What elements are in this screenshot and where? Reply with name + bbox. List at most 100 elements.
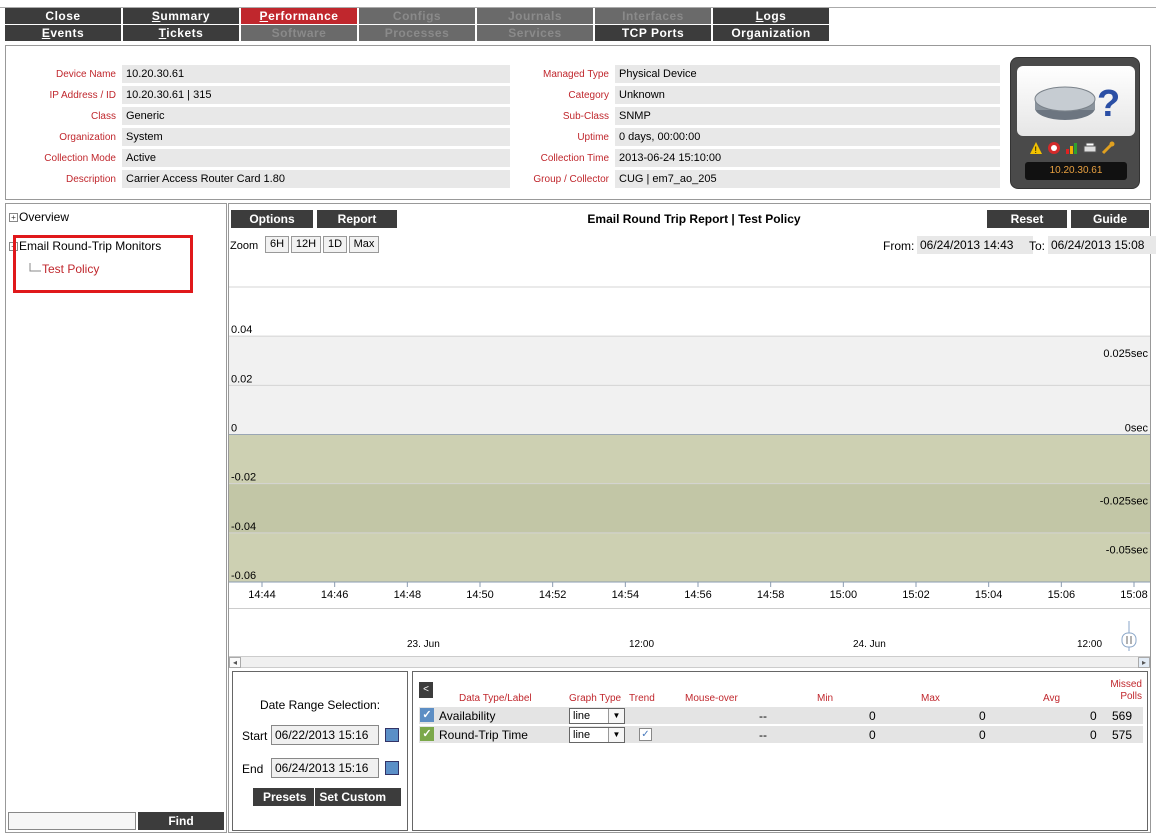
calendar-icon[interactable] — [385, 728, 399, 742]
device-info-left: Device Name 10.20.30.61 IP Address / ID 10… — [9, 64, 510, 190]
tab-close[interactable]: Close — [5, 8, 121, 24]
tab-row-2: Events Tickets Software Processes Servic… — [5, 25, 831, 41]
tab-tcp-ports[interactable]: TCP Ports — [595, 25, 711, 41]
mouseover-value: -- — [759, 728, 767, 742]
calendar-icon[interactable] — [385, 761, 399, 775]
presets-button[interactable]: Presets — [253, 788, 316, 806]
x-tick-label: 14:44 — [248, 589, 276, 601]
row-label: Availability — [439, 709, 496, 723]
info-label: Collection Mode — [44, 153, 116, 164]
zoom-1d-button[interactable]: 1D — [323, 236, 347, 253]
scroll-right-icon[interactable]: ▸ — [1138, 657, 1150, 668]
printer-icon[interactable] — [1083, 141, 1097, 155]
tab-processes: Processes — [359, 25, 475, 41]
warning-icon[interactable]: ! — [1029, 141, 1043, 155]
report-button[interactable]: Report — [317, 210, 397, 228]
x-tick-label: 15:00 — [830, 589, 858, 601]
checkbox-checked-icon[interactable]: ✓ — [420, 708, 434, 722]
tab-logs[interactable]: Logs — [713, 8, 829, 24]
x-tick-label: 15:04 — [975, 589, 1003, 601]
graph-title: Email Round Trip Report | Test Policy — [587, 212, 801, 226]
tab-organization[interactable]: Organization — [713, 25, 829, 41]
zoom-row: Zoom 6H 12H 1D Max From: 06/24/2013 14:4… — [229, 233, 1156, 255]
info-row: Description Carrier Access Router Card 1.… — [9, 169, 510, 190]
info-row: Class Generic — [9, 106, 510, 127]
set-custom-button[interactable]: Set Custom — [315, 788, 386, 806]
find-button[interactable]: Find — [138, 812, 224, 830]
column-header: Avg — [1043, 693, 1061, 704]
tab-services: Services — [477, 25, 593, 41]
scroll-left-icon[interactable]: ◂ — [229, 657, 241, 668]
avg-value: 0 — [1090, 709, 1097, 723]
zoom-12h-button[interactable]: 12H — [291, 236, 321, 253]
find-input[interactable] — [8, 812, 136, 830]
x-tick-label: 15:02 — [902, 589, 930, 601]
horizontal-scrollbar[interactable]: ◂ ▸ — [229, 656, 1150, 668]
info-value: 10.20.30.61 — [122, 65, 510, 84]
info-value: SNMP — [615, 107, 1000, 126]
trend-checkbox[interactable]: ✓ — [639, 728, 652, 741]
device-info-right: Managed Type Physical Device Category Unkn… — [511, 64, 1000, 190]
min-value: 0 — [869, 728, 876, 742]
end-label: End — [242, 762, 264, 776]
graph-type-select[interactable]: line ▼ — [569, 708, 625, 724]
device-tools: ! — [1029, 140, 1129, 156]
table-row[interactable]: ✓ Round-Trip Time line ▼ ✓ -- 0 0 0 575 — [419, 726, 1143, 744]
info-row: Group / Collector CUG | em7_ao_205 — [511, 169, 1000, 190]
to-date-field[interactable]: 06/24/2013 15:08 — [1048, 236, 1156, 254]
highlight-box — [13, 235, 193, 293]
tree-item-overview[interactable]: + Overview — [9, 210, 69, 224]
navigator-label: 12:00 — [1077, 639, 1103, 650]
tab-performance[interactable]: Performance — [241, 8, 357, 24]
info-value: 0 days, 00:00:00 — [615, 128, 1000, 147]
tab-configs: Configs — [359, 8, 475, 24]
tab-interfaces: Interfaces — [595, 8, 711, 24]
row-label: Round-Trip Time — [439, 728, 528, 742]
tab-events[interactable]: Events — [5, 25, 121, 41]
x-tick-label: 14:58 — [757, 589, 785, 601]
start-label: Start — [242, 729, 268, 743]
device-ip-label: 10.20.30.61 — [1025, 162, 1127, 180]
navigator-label: 24. Jun — [853, 639, 886, 650]
graph-type-select[interactable]: line ▼ — [569, 727, 625, 743]
info-label: Organization — [59, 132, 116, 143]
max-value: 0 — [979, 709, 986, 723]
tab-summary[interactable]: Summary — [123, 8, 239, 24]
info-value: Unknown — [615, 86, 1000, 105]
options-button[interactable]: Options — [231, 210, 313, 228]
round-trip-chart[interactable]: 0.04 0.02 0 -0.02 -0.04 -0.06 0.025sec 0sec -0.0… — [229, 262, 1150, 605]
y-tick-label: 0 — [231, 423, 237, 435]
from-date-field[interactable]: 06/24/2013 14:43 — [917, 236, 1033, 254]
column-header: Trend — [629, 693, 655, 704]
wrench-icon[interactable] — [1101, 141, 1115, 155]
time-navigator[interactable]: 23. Jun 12:00 24. Jun 12:00 — [229, 608, 1150, 659]
chart-area[interactable]: 0.04 0.02 0 -0.02 -0.04 -0.06 0.025sec 0sec -0.0… — [229, 262, 1150, 605]
info-row: Collection Time 2013-06-24 15:10:00 — [511, 148, 1000, 169]
start-date-field[interactable]: 06/22/2013 15:16 — [271, 725, 379, 745]
collapse-left-icon[interactable]: < — [419, 682, 433, 698]
x-tick-label: 14:54 — [612, 589, 640, 601]
reset-button[interactable]: Reset — [987, 210, 1067, 228]
column-header: Min — [817, 693, 834, 704]
end-date-field[interactable]: 06/24/2013 15:16 — [271, 758, 379, 778]
zoom-max-button[interactable]: Max — [349, 236, 379, 253]
y2-tick-label: -0.025sec — [1100, 495, 1149, 507]
tab-row-1: Close Summary Performance Configs Journa… — [5, 8, 831, 24]
tab-tickets[interactable]: Tickets — [123, 25, 239, 41]
table-row[interactable]: ✓ Availability line ▼ -- 0 0 0 569 — [419, 707, 1143, 725]
expand-icon[interactable]: + — [9, 212, 18, 222]
device-info-panel: Device Name 10.20.30.61 IP Address / ID 10… — [5, 45, 1151, 200]
lifebuoy-icon[interactable] — [1047, 141, 1061, 155]
zoom-6h-button[interactable]: 6H — [265, 236, 289, 253]
x-tick-label: 15:06 — [1048, 589, 1076, 601]
date-range-box: Date Range Selection: Start 06/22/2013 1… — [232, 671, 408, 831]
y-tick-label: 0.04 — [231, 324, 252, 336]
tree-label: Overview — [19, 210, 70, 224]
guide-button[interactable]: Guide — [1071, 210, 1149, 228]
chart-icon[interactable] — [1065, 141, 1079, 155]
checkbox-checked-icon[interactable]: ✓ — [420, 727, 434, 741]
info-row: Collection Mode Active — [9, 148, 510, 169]
navigator-handle[interactable] — [1119, 621, 1139, 651]
x-tick-label: 14:48 — [394, 589, 422, 601]
info-value: System — [122, 128, 510, 147]
